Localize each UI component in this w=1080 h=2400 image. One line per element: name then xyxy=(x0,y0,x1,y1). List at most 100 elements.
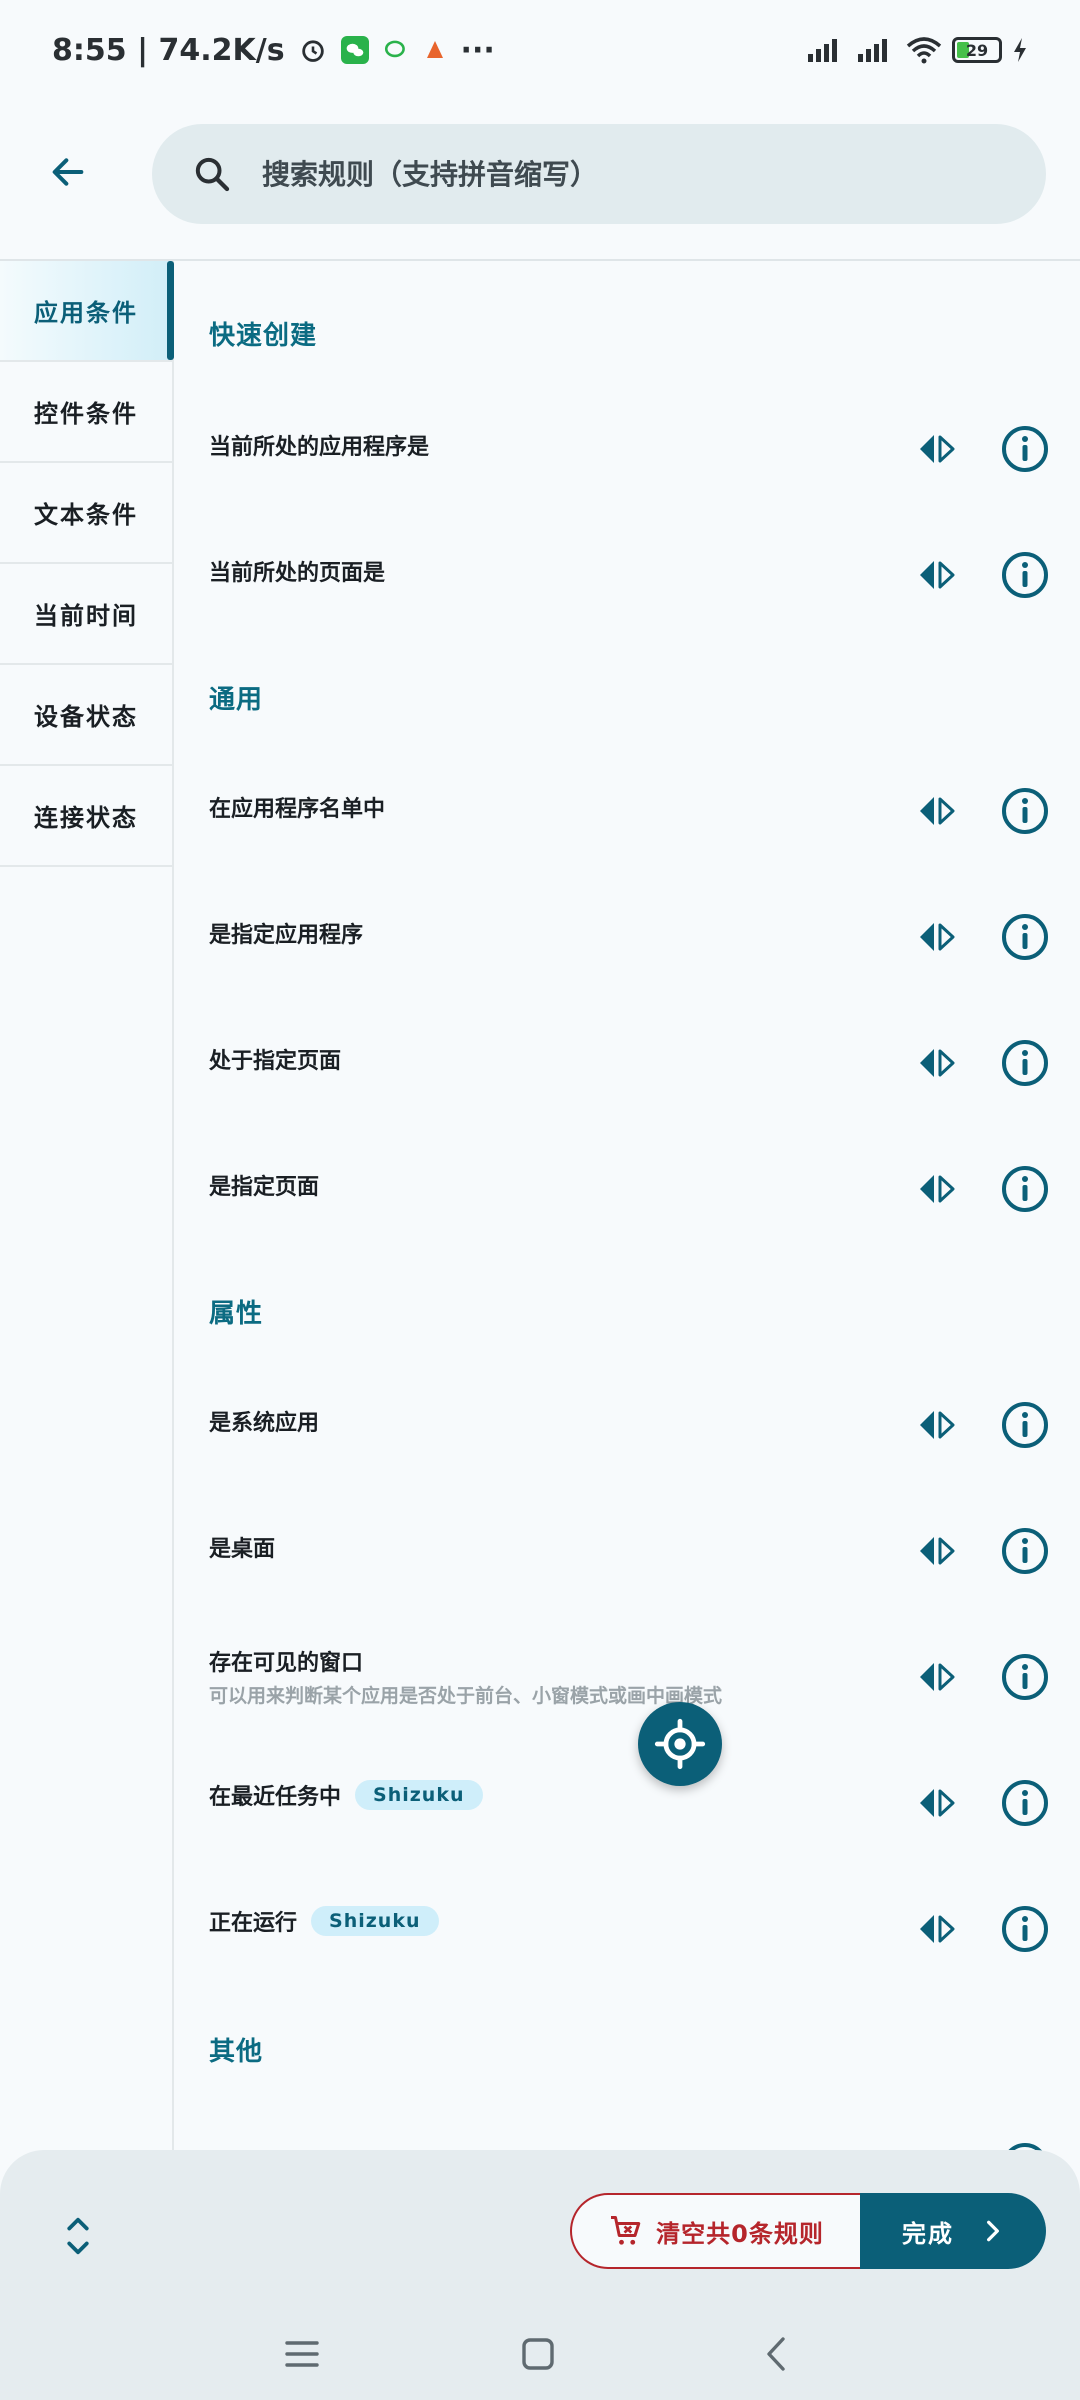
info-icon[interactable] xyxy=(1000,1778,1050,1828)
info-icon[interactable] xyxy=(1000,1038,1050,1088)
rule-label: 在最近任务中 Shizuku xyxy=(209,1779,483,1811)
rule-label: 当前所处的应用程序是 xyxy=(209,435,430,460)
battery-icon: 29 xyxy=(952,37,1002,63)
expand-icon xyxy=(67,2217,89,2255)
rule-label: 处于指定页面 xyxy=(209,1049,342,1074)
rule-label: 存在可见的窗口 xyxy=(209,1651,364,1676)
swap-icon[interactable] xyxy=(912,1531,962,1571)
locate-fab[interactable] xyxy=(638,1702,722,1786)
swap-icon[interactable] xyxy=(912,1169,962,1209)
rule-label: 当前所处的页面是 xyxy=(209,561,386,586)
search-box[interactable] xyxy=(152,124,1046,224)
section-title-general: 通用 xyxy=(209,685,264,715)
swap-icon[interactable] xyxy=(912,917,962,957)
alarm-icon xyxy=(299,36,327,64)
sidebar-item-connection-status[interactable]: 连接状态 xyxy=(0,766,172,867)
rule-label-text: 在最近任务中 xyxy=(209,1785,342,1810)
list-item[interactable]: 当前所处的页面是 xyxy=(174,521,1080,631)
sidebar-item-widget-conditions[interactable]: 控件条件 xyxy=(0,362,172,463)
battery-level: 29 xyxy=(965,40,989,60)
list-item[interactable]: 是指定应用程序 xyxy=(174,883,1080,993)
section-title-attributes: 属性 xyxy=(209,1299,264,1329)
list-item[interactable]: 在应用程序名单中 xyxy=(174,757,1080,867)
info-icon[interactable] xyxy=(1000,786,1050,836)
info-icon[interactable] xyxy=(1000,550,1050,600)
info-icon[interactable] xyxy=(1000,1400,1050,1450)
rule-label: 是桌面 xyxy=(209,1537,276,1562)
search-input[interactable] xyxy=(262,157,962,191)
info-icon[interactable] xyxy=(1000,1652,1050,1702)
sidebar-item-current-time[interactable]: 当前时间 xyxy=(0,564,172,665)
nav-back-button[interactable] xyxy=(746,2330,806,2378)
sidebar-item-app-conditions[interactable]: 应用条件 xyxy=(0,261,174,362)
search-header xyxy=(0,100,1080,260)
nav-home-button[interactable] xyxy=(508,2330,568,2378)
back-chevron-icon xyxy=(767,2337,785,2371)
list-item[interactable]: 当前所处的应用程序是 xyxy=(174,395,1080,505)
shizuku-badge: Shizuku xyxy=(311,1906,439,1936)
status-bar: 8:55 | 74.2K/s ··· 29 xyxy=(0,0,1080,100)
status-time-speed: 8:55 | 74.2K/s xyxy=(52,32,285,68)
list-item[interactable]: 存在可见的窗口 可以用来判断某个应用是否处于前台、小窗模式或画中画模式 xyxy=(174,1623,1080,1733)
category-sidebar: 应用条件 控件条件 文本条件 当前时间 设备状态 连接状态 xyxy=(0,261,174,2151)
status-right: 29 xyxy=(806,36,1028,64)
bottom-action-bar: 清空共0条规则 完成 xyxy=(0,2150,1080,2400)
swap-icon[interactable] xyxy=(912,429,962,469)
chat-bubble-icon xyxy=(383,37,409,63)
info-icon[interactable] xyxy=(1000,424,1050,474)
swap-icon[interactable] xyxy=(912,791,962,831)
rule-label-text: 正在运行 xyxy=(209,1911,298,1936)
cart-clear-icon xyxy=(611,2216,641,2245)
list-item[interactable]: 是指定页面 xyxy=(174,1135,1080,1245)
done-button[interactable]: 完成 xyxy=(860,2193,1046,2269)
section-title-other: 其他 xyxy=(209,2037,264,2067)
list-item[interactable]: 正在运行 Shizuku xyxy=(174,1875,1080,1985)
info-icon[interactable] xyxy=(1000,1904,1050,1954)
menu-icon xyxy=(285,2341,319,2367)
done-label: 完成 xyxy=(902,2219,954,2248)
swap-icon[interactable] xyxy=(912,1405,962,1445)
info-icon[interactable] xyxy=(1000,912,1050,962)
home-icon xyxy=(522,2338,554,2370)
rule-list: 快速创建 当前所处的应用程序是 当前所处的页面是 通用 在应用程序名单中 是指定… xyxy=(174,261,1080,2151)
system-nav-bar xyxy=(0,2310,1080,2390)
signal-icon-2 xyxy=(856,36,896,64)
sidebar-item-text-conditions[interactable]: 文本条件 xyxy=(0,463,172,564)
search-icon xyxy=(188,150,236,198)
wifi-icon xyxy=(906,36,942,64)
expand-button[interactable] xyxy=(58,2206,98,2266)
rule-label: 正在运行 Shizuku xyxy=(209,1905,439,1937)
app-notification-icon xyxy=(423,38,447,62)
section-title-quick: 快速创建 xyxy=(209,321,318,351)
list-item[interactable]: 处于指定页面 xyxy=(174,1009,1080,1119)
swap-icon[interactable] xyxy=(912,1043,962,1083)
wechat-icon xyxy=(340,36,369,64)
list-item[interactable]: 是桌面 xyxy=(174,1497,1080,1607)
rule-label: 是指定页面 xyxy=(209,1175,320,1200)
crosshair-icon xyxy=(654,1718,706,1770)
rule-label: 是系统应用 xyxy=(209,1411,320,1436)
clear-rules-label: 清空共0条规则 xyxy=(656,2219,824,2248)
swap-icon[interactable] xyxy=(912,1657,962,1697)
rule-label: 是指定应用程序 xyxy=(209,923,364,948)
chevron-right-icon xyxy=(987,2220,999,2242)
rule-description: 可以用来判断某个应用是否处于前台、小窗模式或画中画模式 xyxy=(209,1685,723,1707)
sidebar-item-device-status[interactable]: 设备状态 xyxy=(0,665,172,766)
swap-icon[interactable] xyxy=(912,1909,962,1949)
charging-icon xyxy=(1012,37,1028,63)
rule-label: 在应用程序名单中 xyxy=(209,797,386,822)
info-icon[interactable] xyxy=(1000,1164,1050,1214)
list-item[interactable]: 是系统应用 xyxy=(174,1371,1080,1481)
signal-icon xyxy=(806,36,846,64)
clear-rules-button[interactable]: 清空共0条规则 xyxy=(570,2193,860,2269)
swap-icon[interactable] xyxy=(912,555,962,595)
more-notifications: ··· xyxy=(460,32,495,68)
back-button[interactable] xyxy=(40,144,96,200)
arrow-left-icon xyxy=(52,158,84,186)
swap-icon[interactable] xyxy=(912,1783,962,1823)
shizuku-badge: Shizuku xyxy=(355,1780,483,1810)
status-left: 8:55 | 74.2K/s ··· xyxy=(52,33,495,68)
list-item[interactable]: 在最近任务中 Shizuku xyxy=(174,1749,1080,1859)
nav-menu-button[interactable] xyxy=(272,2330,332,2378)
info-icon[interactable] xyxy=(1000,1526,1050,1576)
